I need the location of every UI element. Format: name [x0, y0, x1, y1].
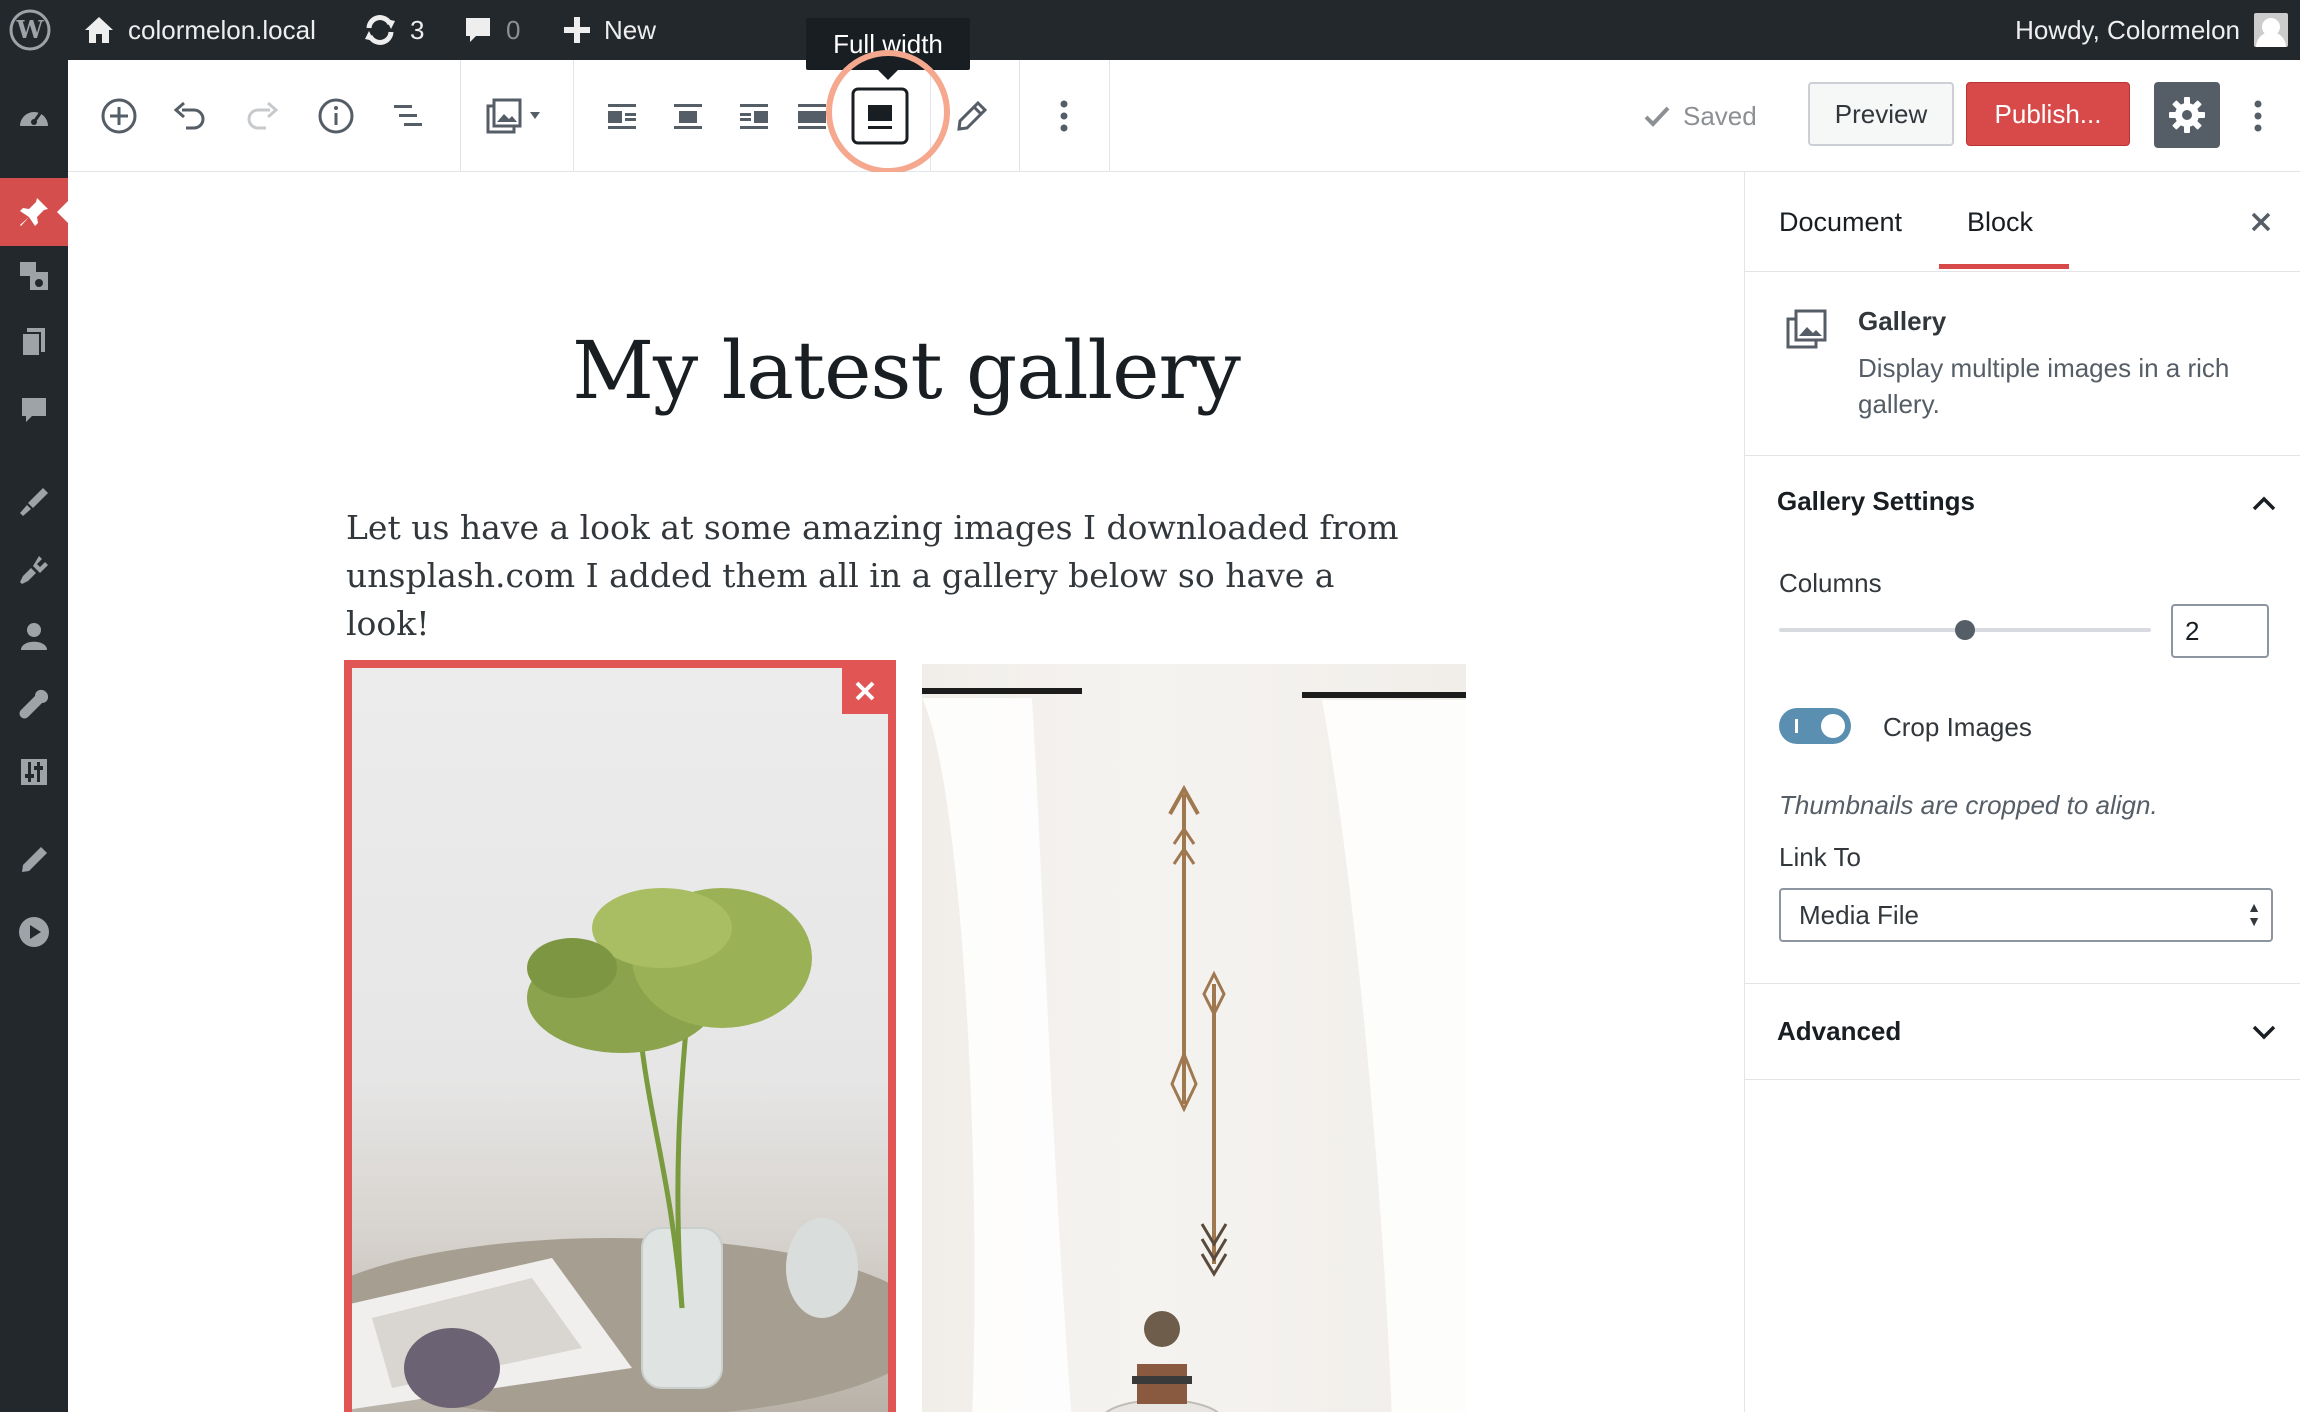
new-content-link[interactable]: New — [562, 0, 656, 60]
editor-screen: W colormelon.local 3 0 New Howdy, Colorm… — [0, 0, 2300, 1412]
appearance-icon[interactable] — [14, 482, 54, 522]
updates-link[interactable]: 3 — [362, 0, 424, 60]
updates-count: 3 — [410, 14, 425, 45]
svg-text:W: W — [16, 15, 45, 44]
preview-button[interactable]: Preview — [1808, 82, 1954, 146]
link-to-label: Link To — [1779, 842, 1861, 872]
block-description: Display multiple images in a rich galler… — [1858, 353, 2230, 419]
redo-icon[interactable] — [232, 86, 292, 146]
gallery-image[interactable] — [922, 664, 1466, 1412]
settings-menu-icon[interactable] — [14, 752, 54, 792]
arrows-photo — [922, 664, 1466, 1412]
columns-label: Columns — [1779, 568, 1882, 598]
plugins-icon[interactable] — [14, 550, 54, 590]
more-options-icon[interactable] — [1034, 86, 1094, 146]
link-to-value: Media File — [1799, 899, 1919, 930]
updates-icon — [365, 15, 395, 45]
edit-icon[interactable] — [942, 86, 1002, 146]
select-arrows-icon: ▲ ▼ — [2247, 899, 2261, 929]
publish-button[interactable]: Publish... — [1966, 82, 2130, 146]
greeting: Howdy, Colormelon — [2015, 14, 2240, 45]
play-icon[interactable] — [14, 912, 54, 952]
chevron-down-icon[interactable] — [2251, 1024, 2277, 1042]
plant-photo — [352, 668, 888, 1412]
chevron-up-icon[interactable] — [2251, 494, 2277, 512]
crop-images-toggle[interactable] — [1779, 708, 1851, 744]
outline-icon[interactable] — [378, 86, 438, 146]
callout-circle — [826, 50, 950, 174]
avatar — [2254, 13, 2288, 47]
align-left-icon[interactable] — [592, 86, 652, 146]
users-icon[interactable] — [14, 616, 54, 656]
wide-width-icon[interactable] — [786, 86, 826, 146]
block-type-switcher[interactable] — [476, 86, 556, 146]
editor-canvas: My latest gallery Let us have a look at … — [68, 172, 1744, 1412]
home-icon — [85, 17, 113, 43]
dashboard-icon[interactable] — [14, 97, 54, 137]
check-icon — [1644, 106, 1670, 127]
comments-count: 0 — [506, 14, 521, 45]
close-icon — [2251, 212, 2271, 232]
comments-link[interactable]: 0 — [462, 0, 520, 60]
settings-sidebar: Document Block Gallery Display multiple … — [1744, 172, 2300, 1412]
wordpress-logo-icon[interactable]: W — [8, 0, 52, 60]
post-title[interactable]: My latest gallery — [68, 324, 1744, 417]
align-right-icon[interactable] — [724, 86, 784, 146]
my-account[interactable]: Howdy, Colormelon — [2015, 0, 2288, 60]
gallery-image-selected[interactable] — [344, 660, 896, 1412]
block-name: Gallery — [1858, 306, 1947, 336]
editor-toolbar: Saved Preview Publish... — [68, 60, 2300, 172]
pencil-menu-icon[interactable] — [14, 840, 54, 880]
pages-icon[interactable] — [14, 322, 54, 362]
remove-image-button[interactable] — [842, 668, 888, 714]
editor-more-menu-icon[interactable] — [2228, 86, 2288, 146]
close-icon — [855, 681, 875, 701]
media-icon[interactable] — [14, 256, 54, 296]
info-icon[interactable] — [306, 86, 366, 146]
tools-icon[interactable] — [14, 684, 54, 724]
new-label: New — [604, 14, 657, 45]
close-sidebar-button[interactable] — [2241, 202, 2281, 242]
pin-icon[interactable] — [14, 192, 54, 232]
crop-help-text: Thumbnails are cropped to align. — [1779, 790, 2158, 820]
gallery-settings-panel: Gallery Settings Columns 2 Crop Images T… — [1745, 456, 2300, 984]
block-card: Gallery Display multiple images in a ric… — [1745, 272, 2300, 456]
saved-indicator: Saved — [1643, 60, 1757, 172]
plus-icon — [564, 17, 590, 43]
columns-input[interactable]: 2 — [2171, 604, 2269, 658]
gallery-icon — [486, 98, 540, 134]
site-name-link[interactable]: colormelon.local — [82, 0, 316, 60]
admin-menu — [0, 60, 69, 1412]
tab-block[interactable]: Block — [1967, 172, 2033, 272]
advanced-panel: Advanced — [1745, 984, 2300, 1080]
paragraph-block[interactable]: Let us have a look at some amazing image… — [346, 504, 1416, 648]
comments-menu-icon[interactable] — [14, 390, 54, 430]
align-center-icon[interactable] — [658, 86, 718, 146]
gallery-block-icon — [1786, 309, 1827, 349]
comment-icon — [466, 18, 490, 42]
link-to-select[interactable]: Media File ▲ ▼ — [1779, 888, 2273, 942]
settings-toggle-button[interactable] — [2154, 82, 2220, 148]
tab-document[interactable]: Document — [1779, 172, 1902, 272]
active-tab-indicator — [1939, 264, 2069, 269]
crop-images-label: Crop Images — [1883, 712, 2032, 742]
admin-bar: W colormelon.local 3 0 New Howdy, Colorm… — [0, 0, 2300, 60]
add-block-icon[interactable] — [89, 86, 149, 146]
saved-label: Saved — [1683, 100, 1757, 131]
site-name: colormelon.local — [128, 14, 316, 45]
undo-icon[interactable] — [160, 86, 220, 146]
sidebar-tabs: Document Block — [1745, 172, 2300, 272]
gallery-settings-toggle[interactable]: Gallery Settings — [1777, 486, 1975, 517]
gear-icon — [2169, 97, 2205, 133]
columns-slider-thumb[interactable] — [1955, 620, 1975, 640]
advanced-toggle[interactable]: Advanced — [1777, 1016, 1901, 1047]
